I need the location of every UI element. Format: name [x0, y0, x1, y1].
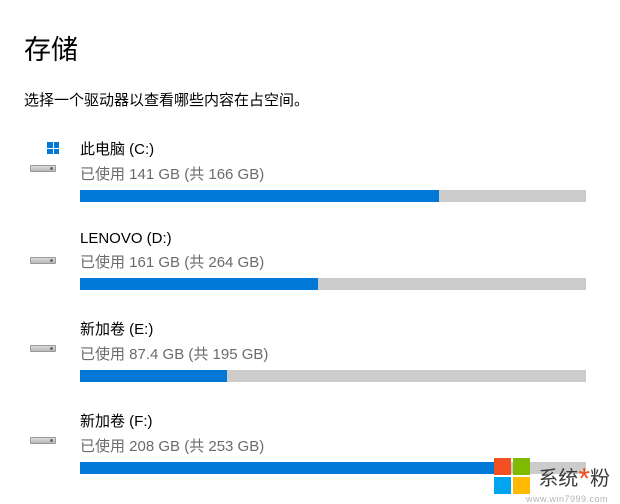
watermark-url: www.win7999.com — [526, 494, 608, 504]
drive-icon — [30, 240, 58, 268]
page-subtitle: 选择一个驱动器以查看哪些内容在占空间。 — [24, 89, 596, 110]
drive-name: LENOVO (D:) — [80, 230, 586, 247]
drive-icon — [30, 420, 58, 448]
microsoft-logo-icon — [494, 458, 530, 494]
progress-fill — [80, 462, 495, 474]
drive-usage-text: 已使用 208 GB (共 253 GB) — [80, 435, 586, 456]
progress-bar — [80, 190, 586, 202]
progress-fill — [80, 370, 227, 382]
progress-fill — [80, 278, 318, 290]
watermark: 系统*粉 — [494, 458, 610, 494]
watermark-text: 系统*粉 — [538, 462, 610, 491]
drive-item-e[interactable]: 新加卷 (E:) 已使用 87.4 GB (共 195 GB) — [30, 318, 596, 382]
drive-item-d[interactable]: LENOVO (D:) 已使用 161 GB (共 264 GB) — [30, 230, 596, 290]
drive-usage-text: 已使用 87.4 GB (共 195 GB) — [80, 343, 586, 364]
drive-info: LENOVO (D:) 已使用 161 GB (共 264 GB) — [80, 230, 596, 290]
drive-info: 此电脑 (C:) 已使用 141 GB (共 166 GB) — [80, 138, 596, 202]
drive-system-icon — [30, 148, 58, 176]
drive-item-c[interactable]: 此电脑 (C:) 已使用 141 GB (共 166 GB) — [30, 138, 596, 202]
drive-info: 新加卷 (E:) 已使用 87.4 GB (共 195 GB) — [80, 318, 596, 382]
page-title: 存储 — [24, 28, 596, 67]
progress-bar — [80, 370, 586, 382]
drive-usage-text: 已使用 161 GB (共 264 GB) — [80, 251, 586, 272]
drive-list: 此电脑 (C:) 已使用 141 GB (共 166 GB) LENOVO (D… — [30, 138, 596, 474]
progress-fill — [80, 190, 439, 202]
drive-name: 此电脑 (C:) — [80, 138, 586, 159]
drive-usage-text: 已使用 141 GB (共 166 GB) — [80, 163, 586, 184]
progress-bar — [80, 278, 586, 290]
drive-icon — [30, 328, 58, 356]
drive-name: 新加卷 (E:) — [80, 318, 586, 339]
drive-name: 新加卷 (F:) — [80, 410, 586, 431]
